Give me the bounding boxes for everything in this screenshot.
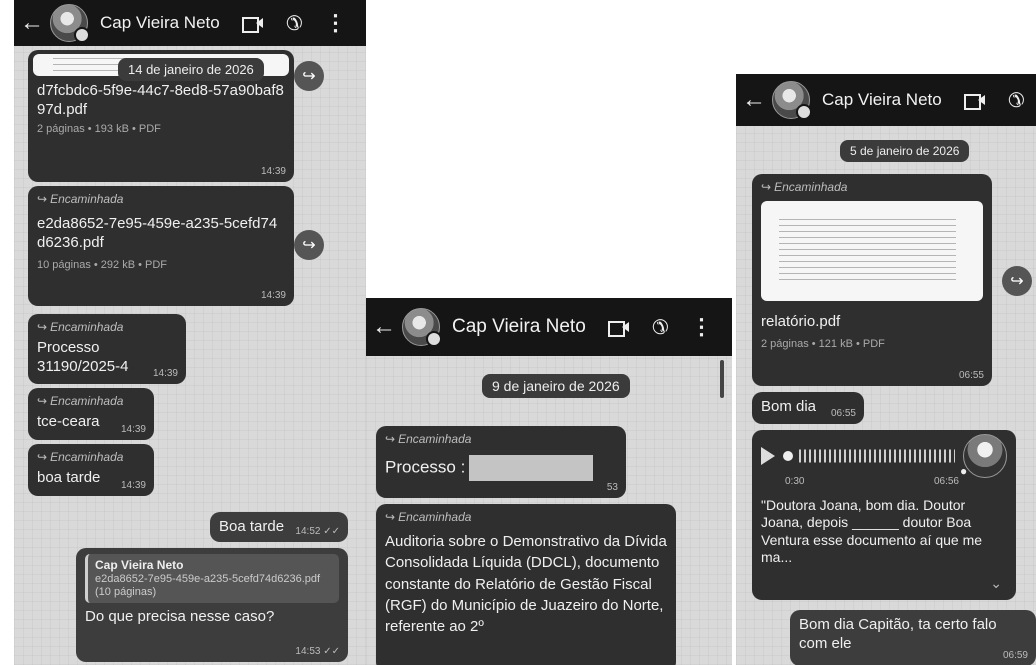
read-receipt-icon: ✓✓ (323, 645, 340, 657)
forwarded-icon: ↪ (37, 320, 48, 334)
play-icon[interactable] (761, 447, 775, 465)
file-name: d7fcbdc6-5f9e-44c7-8ed8-57a90baf897d.pdf (37, 82, 284, 118)
contact-avatar[interactable] (402, 308, 442, 347)
sent-message[interactable]: Bom dia Capitão, ta certo falo com ele 0… (790, 610, 1036, 665)
message-time: 14:39 (120, 423, 146, 435)
reply-message[interactable]: Cap Vieira Neto e2da8652-7e95-459e-a235-… (76, 548, 348, 662)
forwarded-label: ↪ Encaminhada (385, 432, 472, 446)
back-arrow-icon[interactable]: ← (366, 313, 402, 341)
forwarded-label: ↪ Encaminhada (37, 192, 124, 206)
file-meta: 2 páginas • 121 kB • PDF (761, 337, 885, 350)
message-time: 06:59 (1002, 649, 1028, 661)
message-text: Bom dia Capitão, ta certo falo com ele (799, 616, 997, 652)
message-time: 14:39 (260, 165, 286, 177)
message-text: Auditoria sobre o Demonstrativo da Dívid… (385, 533, 667, 636)
forwarded-icon: ↪ (761, 180, 772, 194)
message-time: 53 (606, 481, 618, 493)
forward-button[interactable]: ↪ (1002, 266, 1032, 296)
quoted-text: e2da8652-7e95-459e-a235-5cefd74d6236.pdf… (95, 573, 321, 599)
voice-times: 0:30 06:56 (761, 476, 1007, 489)
date-separator: 9 de janeiro de 2026 (482, 374, 630, 398)
date-separator: 14 de janeiro de 2026 (118, 58, 264, 81)
message-time: 06:56 (933, 476, 959, 487)
forwarded-icon: ↪ (385, 510, 396, 524)
forwarded-message[interactable]: ↪ Encaminhada Processo : 53 (376, 426, 626, 498)
received-message[interactable]: Bom dia 06:55 (752, 392, 864, 424)
audio-waveform[interactable] (799, 445, 955, 467)
message-text: Boa tarde (219, 518, 285, 535)
voice-message[interactable]: ● 0:30 06:56 "Doutora Joana, bom dia. Do… (752, 430, 1016, 600)
message-time: 14:39 (260, 289, 286, 301)
redacted-block (469, 455, 594, 481)
forward-button[interactable]: ↪ (294, 230, 324, 260)
forwarded-message[interactable]: ↪ Encaminhada tce-ceara 14:39 (28, 388, 154, 440)
sent-message[interactable]: Boa tarde 14:52 ✓✓ (210, 512, 348, 542)
chat-header: ← Cap Vieira Neto ✆ (736, 74, 1036, 126)
voice-duration: 0:30 (785, 476, 805, 487)
video-call-icon[interactable] (607, 319, 630, 337)
forwarded-icon: ↪ (385, 432, 396, 446)
message-time: 14:52 ✓✓ (295, 525, 340, 537)
forward-button[interactable]: ↪ (294, 61, 324, 91)
voice-call-icon[interactable]: ✆ (652, 315, 669, 340)
forwarded-icon: ↪ (37, 192, 48, 206)
more-options-icon[interactable]: ⋮ (324, 10, 346, 36)
message-time: 06:55 (830, 407, 856, 419)
scrollbar[interactable] (720, 360, 724, 398)
pdf-preview (761, 201, 983, 301)
file-meta: 10 páginas • 292 kB • PDF (37, 258, 167, 271)
video-call-icon[interactable] (963, 92, 986, 110)
message-time: 06:55 (958, 369, 984, 381)
contact-name[interactable]: Cap Vieira Neto (452, 316, 586, 338)
forwarded-label: ↪ Encaminhada (761, 180, 848, 194)
message-text: Processo : (385, 455, 617, 481)
message-text: Bom dia (761, 398, 817, 415)
file-message[interactable]: ↪ Encaminhada relatório.pdf 2 páginas • 1… (752, 174, 992, 386)
voice-call-icon[interactable]: ✆ (286, 11, 303, 36)
forwarded-label: ↪ Encaminhada (37, 394, 124, 408)
chat-screenshot-2: ← Cap Vieira Neto ✆ ⋮ 9 de janeiro de 20… (366, 298, 732, 665)
forwarded-icon: ↪ (37, 450, 48, 464)
voice-call-icon[interactable]: ✆ (1008, 88, 1025, 113)
message-time: 14:39 (152, 367, 178, 379)
file-meta: 2 páginas • 193 kB • PDF (37, 122, 161, 135)
forwarded-label: ↪ Encaminhada (37, 450, 124, 464)
forwarded-message[interactable]: ↪ Encaminhada boa tarde 14:39 (28, 444, 154, 496)
expand-chevron-icon[interactable]: ⌄ (990, 575, 1002, 593)
forwarded-icon: ↪ (37, 394, 48, 408)
quoted-sender: Cap Vieira Neto (95, 558, 184, 572)
microphone-icon: ● (960, 464, 968, 478)
back-arrow-icon[interactable]: ← (736, 86, 772, 114)
sender-avatar: ● (960, 434, 1007, 478)
contact-name[interactable]: Cap Vieira Neto (100, 13, 220, 33)
chat-screenshot-3: ← Cap Vieira Neto ✆ 5 de janeiro de 2026… (736, 74, 1036, 665)
quoted-message[interactable]: Cap Vieira Neto e2da8652-7e95-459e-a235-… (85, 554, 339, 604)
forwarded-message[interactable]: ↪ Encaminhada Processo 31190/2025-4 14:39 (28, 314, 186, 384)
chat-header: ← Cap Vieira Neto ✆ ⋮ (366, 298, 732, 356)
contact-name[interactable]: Cap Vieira Neto (822, 90, 942, 110)
voice-transcript: "Doutora Joana, bom dia. Doutor Joana, d… (761, 496, 983, 566)
message-time: 14:39 (120, 479, 146, 491)
back-arrow-icon[interactable]: ← (14, 9, 50, 37)
forwarded-label: ↪ Encaminhada (385, 510, 472, 524)
more-options-icon[interactable]: ⋮ (691, 314, 713, 340)
message-text: Processo 31190/2025-4 (37, 339, 129, 375)
contact-avatar[interactable] (50, 4, 90, 43)
chat-screenshot-1: ← Cap Vieira Neto ✆ ⋮ d7fcbdc6-5f9e-44c7… (14, 0, 366, 665)
date-separator: 5 de janeiro de 2026 (840, 140, 970, 162)
voice-player: ● (761, 434, 1007, 478)
message-text: Do que precisa nesse caso? (85, 608, 275, 626)
chat-header: ← Cap Vieira Neto ✆ ⋮ (14, 0, 366, 46)
contact-avatar[interactable] (772, 81, 812, 120)
video-call-icon[interactable] (241, 15, 264, 33)
file-message[interactable]: ↪ Encaminhada e2da8652-7e95-459e-a235-5ce… (28, 186, 294, 306)
forwarded-message[interactable]: ↪ Encaminhada Auditoria sobre o Demonstra… (376, 504, 676, 665)
message-time: 14:53 ✓✓ (295, 645, 340, 657)
read-receipt-icon: ✓✓ (323, 525, 340, 537)
playback-slider-handle[interactable] (783, 451, 793, 461)
file-name: e2da8652-7e95-459e-a235-5cefd74d6236.pdf (37, 215, 278, 251)
forwarded-label: ↪ Encaminhada (37, 320, 124, 334)
file-name: relatório.pdf (761, 313, 841, 330)
